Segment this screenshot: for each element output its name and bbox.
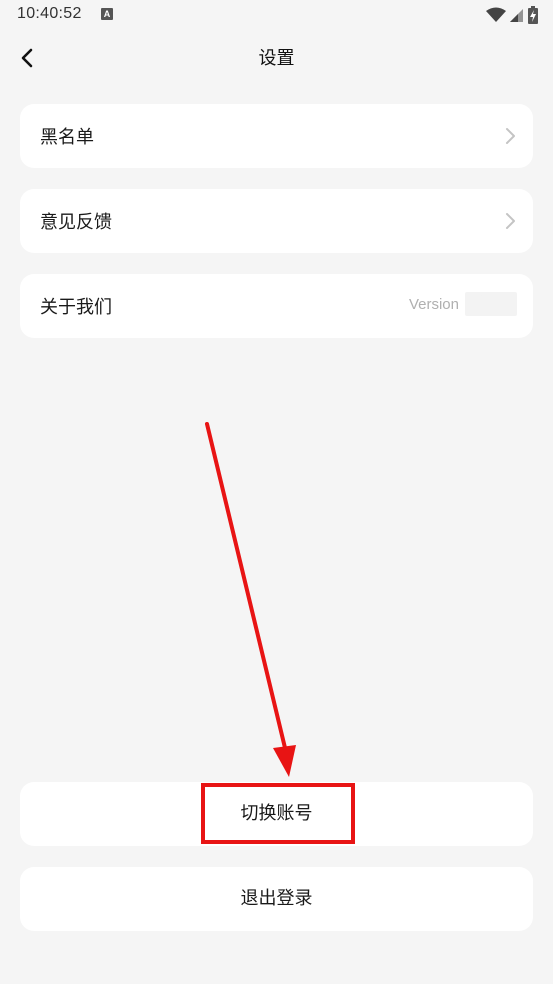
version-info: Version 1.0.0 bbox=[409, 292, 517, 316]
switch-account-button[interactable]: 切换账号 bbox=[20, 782, 533, 846]
page-title: 设置 bbox=[258, 48, 295, 69]
version-label: Version bbox=[408, 295, 459, 313]
settings-item-blacklist[interactable]: 黑名单 bbox=[20, 104, 533, 168]
chevron-right-icon bbox=[506, 128, 515, 144]
version-value: 1.0.0 bbox=[465, 292, 517, 316]
settings-item-label: 黑名单 bbox=[40, 127, 94, 148]
settings-item-label: 关于我们 bbox=[40, 297, 112, 318]
settings-item-about[interactable]: 关于我们 Version 1.0.0 bbox=[20, 274, 533, 338]
status-time: 10:40:52 bbox=[17, 5, 82, 22]
signal-icon bbox=[510, 9, 523, 22]
logout-button[interactable]: 退出登录 bbox=[20, 867, 533, 931]
settings-item-label: 意见反馈 bbox=[40, 212, 112, 233]
nav-bar: 设置 bbox=[0, 32, 553, 82]
settings-item-feedback[interactable]: 意见反馈 bbox=[20, 189, 533, 253]
battery-charging-icon bbox=[528, 6, 538, 24]
chevron-right-icon bbox=[506, 213, 515, 229]
wifi-icon bbox=[486, 7, 506, 22]
status-icons bbox=[486, 6, 538, 24]
notification-a-icon: A bbox=[101, 8, 113, 20]
status-bar: 10:40:52 A bbox=[0, 0, 553, 32]
